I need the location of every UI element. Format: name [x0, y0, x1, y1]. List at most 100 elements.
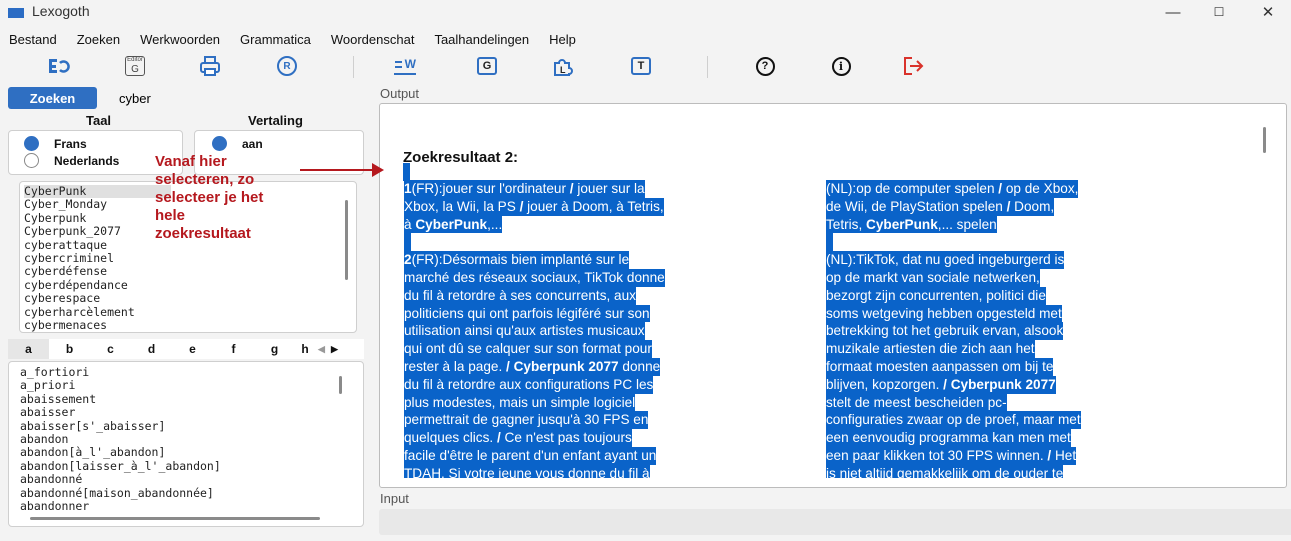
results-scrollbar[interactable] [345, 200, 348, 280]
annotation-line: selecteer je het [155, 189, 264, 206]
result-line: muzikale artiesten die zich aan het [826, 340, 1035, 358]
language-puzzle-button[interactable]: L [550, 54, 576, 78]
output-scrollbar[interactable] [1263, 127, 1266, 153]
list-item[interactable]: abaissement [20, 392, 363, 406]
menu-taalhandelingen[interactable]: Taalhandelingen [434, 32, 529, 47]
radio-aan-label: aan [242, 137, 263, 151]
editor-icon: Editor G [125, 56, 145, 76]
annotation-arrow-icon [372, 163, 384, 177]
text-button[interactable]: T [628, 54, 654, 78]
result-title: Zoekresultaat 2: [403, 149, 519, 166]
result-line: TDAH. Si votre jeune vous donne du fil à [404, 464, 650, 478]
radio-nederlands[interactable] [24, 153, 39, 168]
tab-letter-g[interactable]: g [254, 339, 295, 359]
menu-werkwoorden[interactable]: Werkwoorden [140, 32, 220, 47]
toolbar-divider [353, 56, 354, 78]
svg-text:L: L [560, 65, 566, 75]
minimize-button[interactable]: — [1150, 0, 1196, 24]
alphabet-tabs: a b c d e f g h ◀ ▶ [8, 339, 364, 359]
title-bar [0, 0, 1291, 24]
list-item[interactable]: cybermenaces [24, 318, 356, 332]
result-line: du fil à retordre aux configurations PC … [404, 375, 654, 394]
result-line: configuraties zwaar op de proef, maar me… [826, 411, 1081, 430]
list-item[interactable]: cyberdéfense [24, 264, 356, 278]
list-item[interactable]: a_priori [20, 378, 363, 392]
result-line: (NL):op de computer spelen / op de Xbox, [826, 180, 1079, 198]
menu-zoeken[interactable]: Zoeken [77, 32, 120, 47]
refresh-icon: R [277, 56, 297, 76]
tab-letter-h[interactable]: h [295, 339, 315, 359]
list-item[interactable]: cyberespace [24, 291, 356, 305]
text-icon: T [631, 57, 651, 75]
refresh-button[interactable]: R [274, 54, 300, 78]
vocabulary-tool-button[interactable] [45, 54, 71, 78]
tab-letter-e[interactable]: e [172, 339, 213, 359]
list-item[interactable]: abandon[à_l'_abandon] [20, 445, 363, 459]
list-item[interactable]: abandon[laisser_à_l'_abandon] [20, 459, 363, 473]
menu-woordenschat[interactable]: Woordenschat [331, 32, 415, 47]
help-icon: ? [755, 56, 775, 76]
list-item[interactable]: cyberdépendance [24, 278, 356, 292]
tab-letter-a[interactable]: a [8, 339, 49, 359]
tab-letter-d[interactable]: d [131, 339, 172, 359]
tab-letter-f[interactable]: f [213, 339, 254, 359]
tab-letter-b[interactable]: b [49, 339, 90, 359]
tab-scroll-right-icon[interactable]: ▶ [328, 339, 341, 359]
toolbar-divider [707, 56, 708, 78]
tab-letter-c[interactable]: c [90, 339, 131, 359]
input-field[interactable] [379, 509, 1291, 535]
wordlist-icon: W [394, 57, 416, 75]
puzzle-icon: L [554, 59, 573, 76]
menu-bestand[interactable]: Bestand [9, 32, 57, 47]
radio-frans[interactable] [24, 136, 39, 151]
list-item[interactable]: cyberharcèlement [24, 305, 356, 319]
print-button[interactable] [197, 54, 223, 78]
close-button[interactable]: ✕ [1245, 0, 1291, 24]
menu-help[interactable]: Help [549, 32, 576, 47]
radio-frans-label: Frans [54, 137, 87, 151]
result-line: 1(FR):jouer sur l'ordinateur / jouer sur… [404, 180, 645, 198]
editor-button[interactable]: Editor G [122, 54, 148, 78]
result-line: betrekking tot het gebruik ervan, alsook [826, 322, 1064, 341]
annotation-line: hele [155, 207, 186, 224]
help-button[interactable]: ? [752, 54, 778, 78]
wordlist-button[interactable]: W [392, 54, 418, 78]
list-item[interactable]: a_fortiori [20, 365, 363, 379]
list-item[interactable]: abandonner [20, 499, 363, 513]
word-list: a_fortiori a_priori abaissement abaisser… [8, 361, 364, 527]
tab-scroll-left-icon[interactable]: ◀ [315, 339, 328, 359]
list-item[interactable]: abaisser[s'_abaisser] [20, 419, 363, 433]
grammar-button[interactable]: G [474, 54, 500, 78]
result-line: (NL):TikTok, dat nu goed ingeburgerd is [826, 251, 1065, 269]
result-line: quelques clics. / Ce n'est pas toujours [404, 429, 632, 447]
result-line: stelt de meest bescheiden pc- [826, 393, 1007, 412]
maximize-button[interactable]: ☐ [1196, 0, 1242, 24]
result-line [826, 233, 833, 252]
selection-start-marker [403, 163, 410, 181]
result-line: facile d'être le parent d'un enfant ayan… [404, 446, 657, 465]
list-item-selected[interactable]: CyberPunk [24, 184, 171, 199]
result-line: soms wetgeving hebben opgesteld met [826, 304, 1062, 323]
result-line: op de markt van sociale netwerken, [826, 268, 1040, 287]
search-input[interactable] [113, 87, 363, 109]
menu-grammatica[interactable]: Grammatica [240, 32, 311, 47]
app-logo-icon [8, 8, 24, 18]
exit-button[interactable] [901, 54, 927, 78]
result-line: du fil à retordre à ses concurrents, aux [404, 286, 636, 305]
output-label: Output [380, 86, 420, 101]
result-line: een eenvoudig programma kan men met [826, 429, 1071, 447]
word-list-scrollbar[interactable] [339, 376, 342, 394]
list-item[interactable]: abandon [20, 432, 363, 446]
list-item[interactable]: abaisser [20, 405, 363, 419]
search-button[interactable]: Zoeken [8, 87, 97, 109]
result-column-fr: 1(FR):jouer sur l'ordinateur / jouer sur… [404, 180, 822, 478]
info-button[interactable]: i [828, 54, 854, 78]
radio-aan[interactable] [212, 136, 227, 151]
result-line: politiciens qui ont parfois légiféré sur… [404, 304, 650, 323]
word-list-hscrollbar[interactable] [30, 517, 320, 520]
list-item[interactable]: abandonné[maison_abandonnée] [20, 486, 363, 500]
list-item[interactable]: cybercriminel [24, 251, 356, 265]
result-line: utilisation ainsi qu'aux artistes musica… [404, 322, 645, 341]
list-item[interactable]: abandonné [20, 472, 363, 486]
result-line: formaat moesten aanpassen om bij te [826, 357, 1054, 376]
